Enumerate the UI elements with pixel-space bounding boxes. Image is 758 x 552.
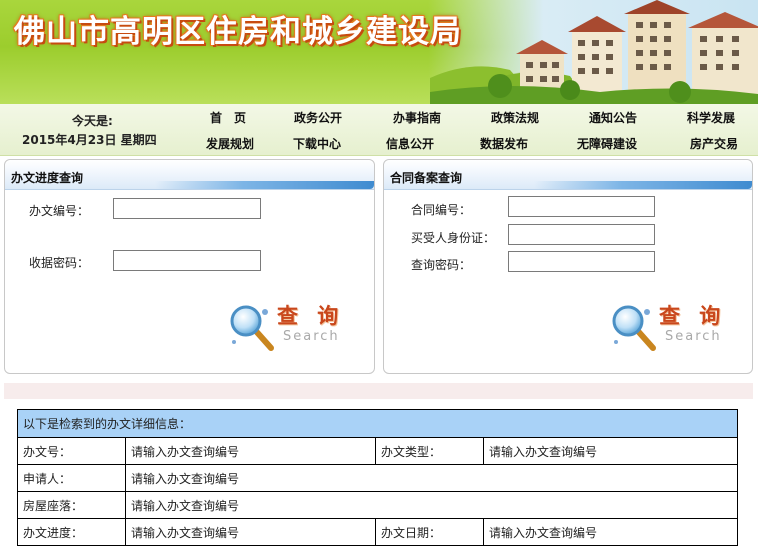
- applicant-label: 申请人：: [17, 464, 126, 492]
- table-row: 申请人： 请输入办文查询编号: [17, 464, 738, 492]
- progress-label: 办文进度：: [17, 518, 126, 546]
- buildings-illustration: [430, 0, 758, 104]
- nav-government-affairs[interactable]: 政务公开: [294, 109, 342, 126]
- doc-type-value: 请输入办文查询编号: [483, 437, 738, 465]
- today-label: 今天是:: [72, 114, 113, 128]
- search-en-label: Search: [283, 329, 340, 344]
- property-location-label: 房屋座落：: [17, 491, 126, 519]
- nav-property-trading[interactable]: 房产交易: [690, 135, 738, 152]
- search-cn-label: 查 询: [659, 304, 727, 328]
- table-row: 办文号： 请输入办文查询编号 办文类型： 请输入办文查询编号: [17, 437, 738, 465]
- nav-accessibility[interactable]: 无障碍建设: [577, 135, 637, 152]
- doc-type-label: 办文类型：: [375, 437, 484, 465]
- today-date: 2015年4月23日 星期四: [22, 133, 157, 147]
- contract-number-input[interactable]: [508, 196, 655, 217]
- nav-data-release[interactable]: 数据发布: [480, 135, 528, 152]
- nav-policy-regulations[interactable]: 政策法规: [491, 109, 539, 126]
- nav-information-disclosure[interactable]: 信息公开: [386, 135, 434, 152]
- query-password-input[interactable]: [508, 251, 655, 272]
- progress-query-header: 办文进度查询: [5, 160, 374, 190]
- nav-service-guide[interactable]: 办事指南: [393, 109, 441, 126]
- document-detail-table: 以下是检索到的办文详细信息： 办文号： 请输入办文查询编号 办文类型： 请输入办…: [17, 409, 738, 546]
- detail-caption-row: 以下是检索到的办文详细信息：: [17, 409, 738, 438]
- document-number-input[interactable]: [113, 198, 261, 219]
- property-location-value: 请输入办文查询编号: [125, 491, 738, 519]
- receipt-password-input[interactable]: [113, 250, 261, 271]
- magnifier-icon: [230, 305, 274, 351]
- contract-query-title: 合同备案查询: [390, 171, 463, 185]
- contract-search-button[interactable]: 查 询 Search: [611, 300, 729, 352]
- site-banner: 佛山市高明区住房和城乡建设局: [0, 0, 758, 104]
- detail-caption: 以下是检索到的办文详细信息：: [17, 409, 738, 438]
- document-number-label: 办文编号：: [29, 204, 90, 218]
- doc-number-value: 请输入办文查询编号: [125, 437, 376, 465]
- doc-number-label: 办文号：: [17, 437, 126, 465]
- nav-scientific-development[interactable]: 科学发展: [687, 109, 735, 126]
- buyer-id-label: 买受人身份证：: [411, 231, 496, 245]
- doc-date-label: 办文日期：: [375, 518, 484, 546]
- contract-query-header: 合同备案查询: [384, 160, 752, 190]
- magnifier-icon: [612, 305, 656, 351]
- search-cn-label: 查 询: [277, 304, 345, 328]
- nav-bar: 今天是: 2015年4月23日 星期四 首 页 政务公开 办事指南 政策法规 通…: [0, 104, 758, 156]
- search-en-label: Search: [665, 329, 722, 344]
- query-password-label: 查询密码：: [411, 258, 472, 272]
- table-row: 办文进度： 请输入办文查询编号 办文日期： 请输入办文查询编号: [17, 518, 738, 546]
- progress-value: 请输入办文查询编号: [125, 518, 376, 546]
- doc-date-value: 请输入办文查询编号: [483, 518, 738, 546]
- progress-query-title: 办文进度查询: [11, 171, 84, 185]
- section-divider: [4, 383, 753, 399]
- contract-query-panel: 合同备案查询 合同编号： 买受人身份证： 查询密码： 查 询 Search: [383, 159, 753, 374]
- nav-notices[interactable]: 通知公告: [589, 109, 637, 126]
- progress-search-button[interactable]: 查 询 Search: [229, 300, 347, 352]
- applicant-value: 请输入办文查询编号: [125, 464, 738, 492]
- nav-download-center[interactable]: 下载中心: [293, 135, 341, 152]
- progress-query-panel: 办文进度查询 办文编号： 收据密码： 查 询 Search: [4, 159, 375, 374]
- table-row: 房屋座落： 请输入办文查询编号: [17, 491, 738, 519]
- nav-development-planning[interactable]: 发展规划: [206, 135, 254, 152]
- buyer-id-input[interactable]: [508, 224, 655, 245]
- site-title: 佛山市高明区住房和城乡建设局: [14, 14, 462, 50]
- receipt-password-label: 收据密码：: [29, 256, 90, 270]
- contract-number-label: 合同编号：: [411, 203, 472, 217]
- nav-home[interactable]: 首 页: [210, 109, 246, 126]
